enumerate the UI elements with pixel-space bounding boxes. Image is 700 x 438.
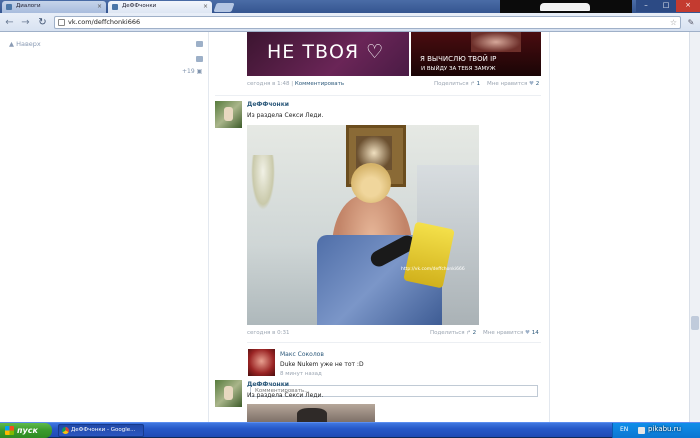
share-button[interactable]: Поделиться ↱ 2 bbox=[430, 330, 476, 336]
like-button[interactable]: Мне нравится ♥ 2 bbox=[487, 81, 539, 87]
window-frame-theme-image bbox=[500, 0, 632, 13]
counter-value: +19 bbox=[182, 68, 195, 75]
photo-watermark: http://vk.com/deffchonki666 bbox=[401, 267, 465, 272]
share-label: Поделиться bbox=[434, 81, 469, 87]
comment-time[interactable]: 8 минут назад bbox=[280, 371, 322, 377]
like-button[interactable]: Мне нравится ♥ 14 bbox=[483, 330, 539, 336]
vk-favicon-icon bbox=[112, 4, 118, 10]
tab-dialogs[interactable]: Диалоги × bbox=[2, 1, 106, 13]
browser-title-bar: Диалоги × ДеФФчонки × – □ × bbox=[0, 0, 700, 13]
scroll-up-label: Наверх bbox=[16, 40, 41, 48]
comment-text: Duke Nukem уже не тот :D bbox=[280, 361, 364, 368]
like-label: Мне нравится bbox=[487, 81, 528, 87]
start-label: пуск bbox=[17, 426, 38, 435]
comment-author[interactable]: Макс Соколов bbox=[280, 351, 324, 358]
chrome-icon bbox=[62, 427, 69, 434]
start-button[interactable]: пуск bbox=[0, 423, 52, 438]
forward-arrow-icon[interactable]: → bbox=[19, 16, 32, 29]
post-photo[interactable] bbox=[247, 404, 375, 422]
minimize-button[interactable]: – bbox=[636, 0, 656, 12]
commenter-avatar[interactable] bbox=[248, 349, 275, 376]
taskbar-window-label: ДеФФчонки - Google... bbox=[71, 427, 136, 433]
post-text: Из раздела Секси Леди. bbox=[247, 392, 324, 399]
post-meta: сегодня в 1:48 | Комментировать bbox=[247, 81, 344, 87]
close-tab-icon[interactable]: × bbox=[97, 1, 102, 12]
scrollbar-thumb[interactable] bbox=[691, 316, 699, 330]
post-text: Из раздела Секси Леди. bbox=[247, 112, 324, 119]
like-label: Мне нравится bbox=[483, 330, 524, 336]
chat-icon[interactable] bbox=[196, 56, 203, 62]
post-author[interactable]: ДеФФчонки bbox=[247, 101, 289, 108]
page-icon bbox=[58, 19, 65, 26]
like-count: 14 bbox=[531, 330, 539, 336]
maximize-button[interactable]: □ bbox=[656, 0, 676, 12]
back-arrow-icon[interactable]: ← bbox=[3, 16, 16, 29]
close-tab-icon[interactable]: × bbox=[203, 1, 208, 12]
post-time[interactable]: сегодня в 0:31 bbox=[247, 330, 289, 336]
share-button[interactable]: Поделиться ↱ 1 bbox=[434, 81, 480, 87]
tab-deffchonki[interactable]: ДеФФчонки × bbox=[108, 1, 212, 13]
scroll-up-link[interactable]: ▲ Наверх bbox=[9, 40, 41, 48]
community-avatar[interactable] bbox=[215, 380, 242, 407]
left-rail: ▲ Наверх +19 ▣ bbox=[0, 32, 208, 422]
share-icon: ↱ bbox=[470, 81, 475, 87]
close-window-button[interactable]: × bbox=[676, 0, 700, 12]
url-text: vk.com/deffchonki666 bbox=[68, 18, 141, 26]
tab-label: Диалоги bbox=[16, 3, 41, 9]
post-image-ne-tvoya[interactable]: НЕ ТВОЯ ♡ bbox=[247, 32, 409, 76]
meta-separator: | bbox=[291, 81, 294, 87]
reload-icon[interactable]: ↻ bbox=[36, 16, 49, 29]
post-divider bbox=[215, 95, 541, 96]
image-caption-line1: Я ВЫЧИСЛЮ ТВОЙ IP bbox=[420, 55, 497, 63]
community-avatar[interactable] bbox=[215, 101, 242, 128]
wrench-menu-icon[interactable]: ✎ bbox=[685, 16, 697, 29]
pikabu-watermark: pikabu.ru bbox=[648, 425, 682, 433]
share-count: 1 bbox=[476, 81, 481, 87]
scrollbar[interactable] bbox=[689, 32, 700, 422]
new-items-counter[interactable]: +19 ▣ bbox=[182, 68, 202, 75]
like-count: 2 bbox=[535, 81, 540, 87]
post-time[interactable]: сегодня в 1:48 bbox=[247, 81, 289, 87]
heart-icon: ♥ bbox=[525, 330, 530, 336]
post-author[interactable]: ДеФФчонки bbox=[247, 381, 289, 388]
browser-toolbar: ← → ↻ vk.com/deffchonki666 ☆ ✎ bbox=[0, 13, 700, 32]
address-bar[interactable]: vk.com/deffchonki666 ☆ bbox=[54, 16, 681, 29]
messages-icon[interactable] bbox=[196, 41, 203, 47]
post-photo[interactable]: http://vk.com/deffchonki666 bbox=[247, 125, 479, 325]
share-label: Поделиться bbox=[430, 330, 465, 336]
taskbar: пуск ДеФФчонки - Google... EN pikabu.ru bbox=[0, 422, 700, 438]
image-caption: НЕ ТВОЯ ♡ bbox=[267, 41, 385, 63]
vk-favicon-icon bbox=[6, 4, 12, 10]
share-icon: ↱ bbox=[466, 330, 471, 336]
bookmark-star-icon[interactable]: ☆ bbox=[670, 17, 677, 28]
comments-divider bbox=[247, 342, 541, 343]
heart-icon: ♥ bbox=[529, 81, 534, 87]
vk-page: ▲ Наверх +19 ▣ НЕ ТВОЯ ♡ Я ВЫЧИСЛЮ ТВОЙ … bbox=[0, 32, 700, 422]
comment-link[interactable]: Комментировать bbox=[295, 81, 344, 87]
new-tab-button[interactable] bbox=[213, 3, 235, 12]
windows-logo-icon bbox=[5, 426, 14, 435]
post-image-ip[interactable]: Я ВЫЧИСЛЮ ТВОЙ IP И ВЫЙДУ ЗА ТЕБЯ ЗАМУЖ bbox=[411, 32, 541, 76]
language-indicator[interactable]: EN bbox=[620, 426, 628, 433]
share-count: 2 bbox=[472, 330, 477, 336]
tab-label: ДеФФчонки bbox=[122, 3, 157, 9]
image-caption-line2: И ВЫЙДУ ЗА ТЕБЯ ЗАМУЖ bbox=[421, 66, 496, 72]
photo-hair bbox=[351, 163, 391, 203]
tray-icon[interactable] bbox=[638, 427, 645, 434]
photo-plant bbox=[251, 155, 275, 210]
taskbar-window-button[interactable]: ДеФФчонки - Google... bbox=[58, 424, 144, 437]
